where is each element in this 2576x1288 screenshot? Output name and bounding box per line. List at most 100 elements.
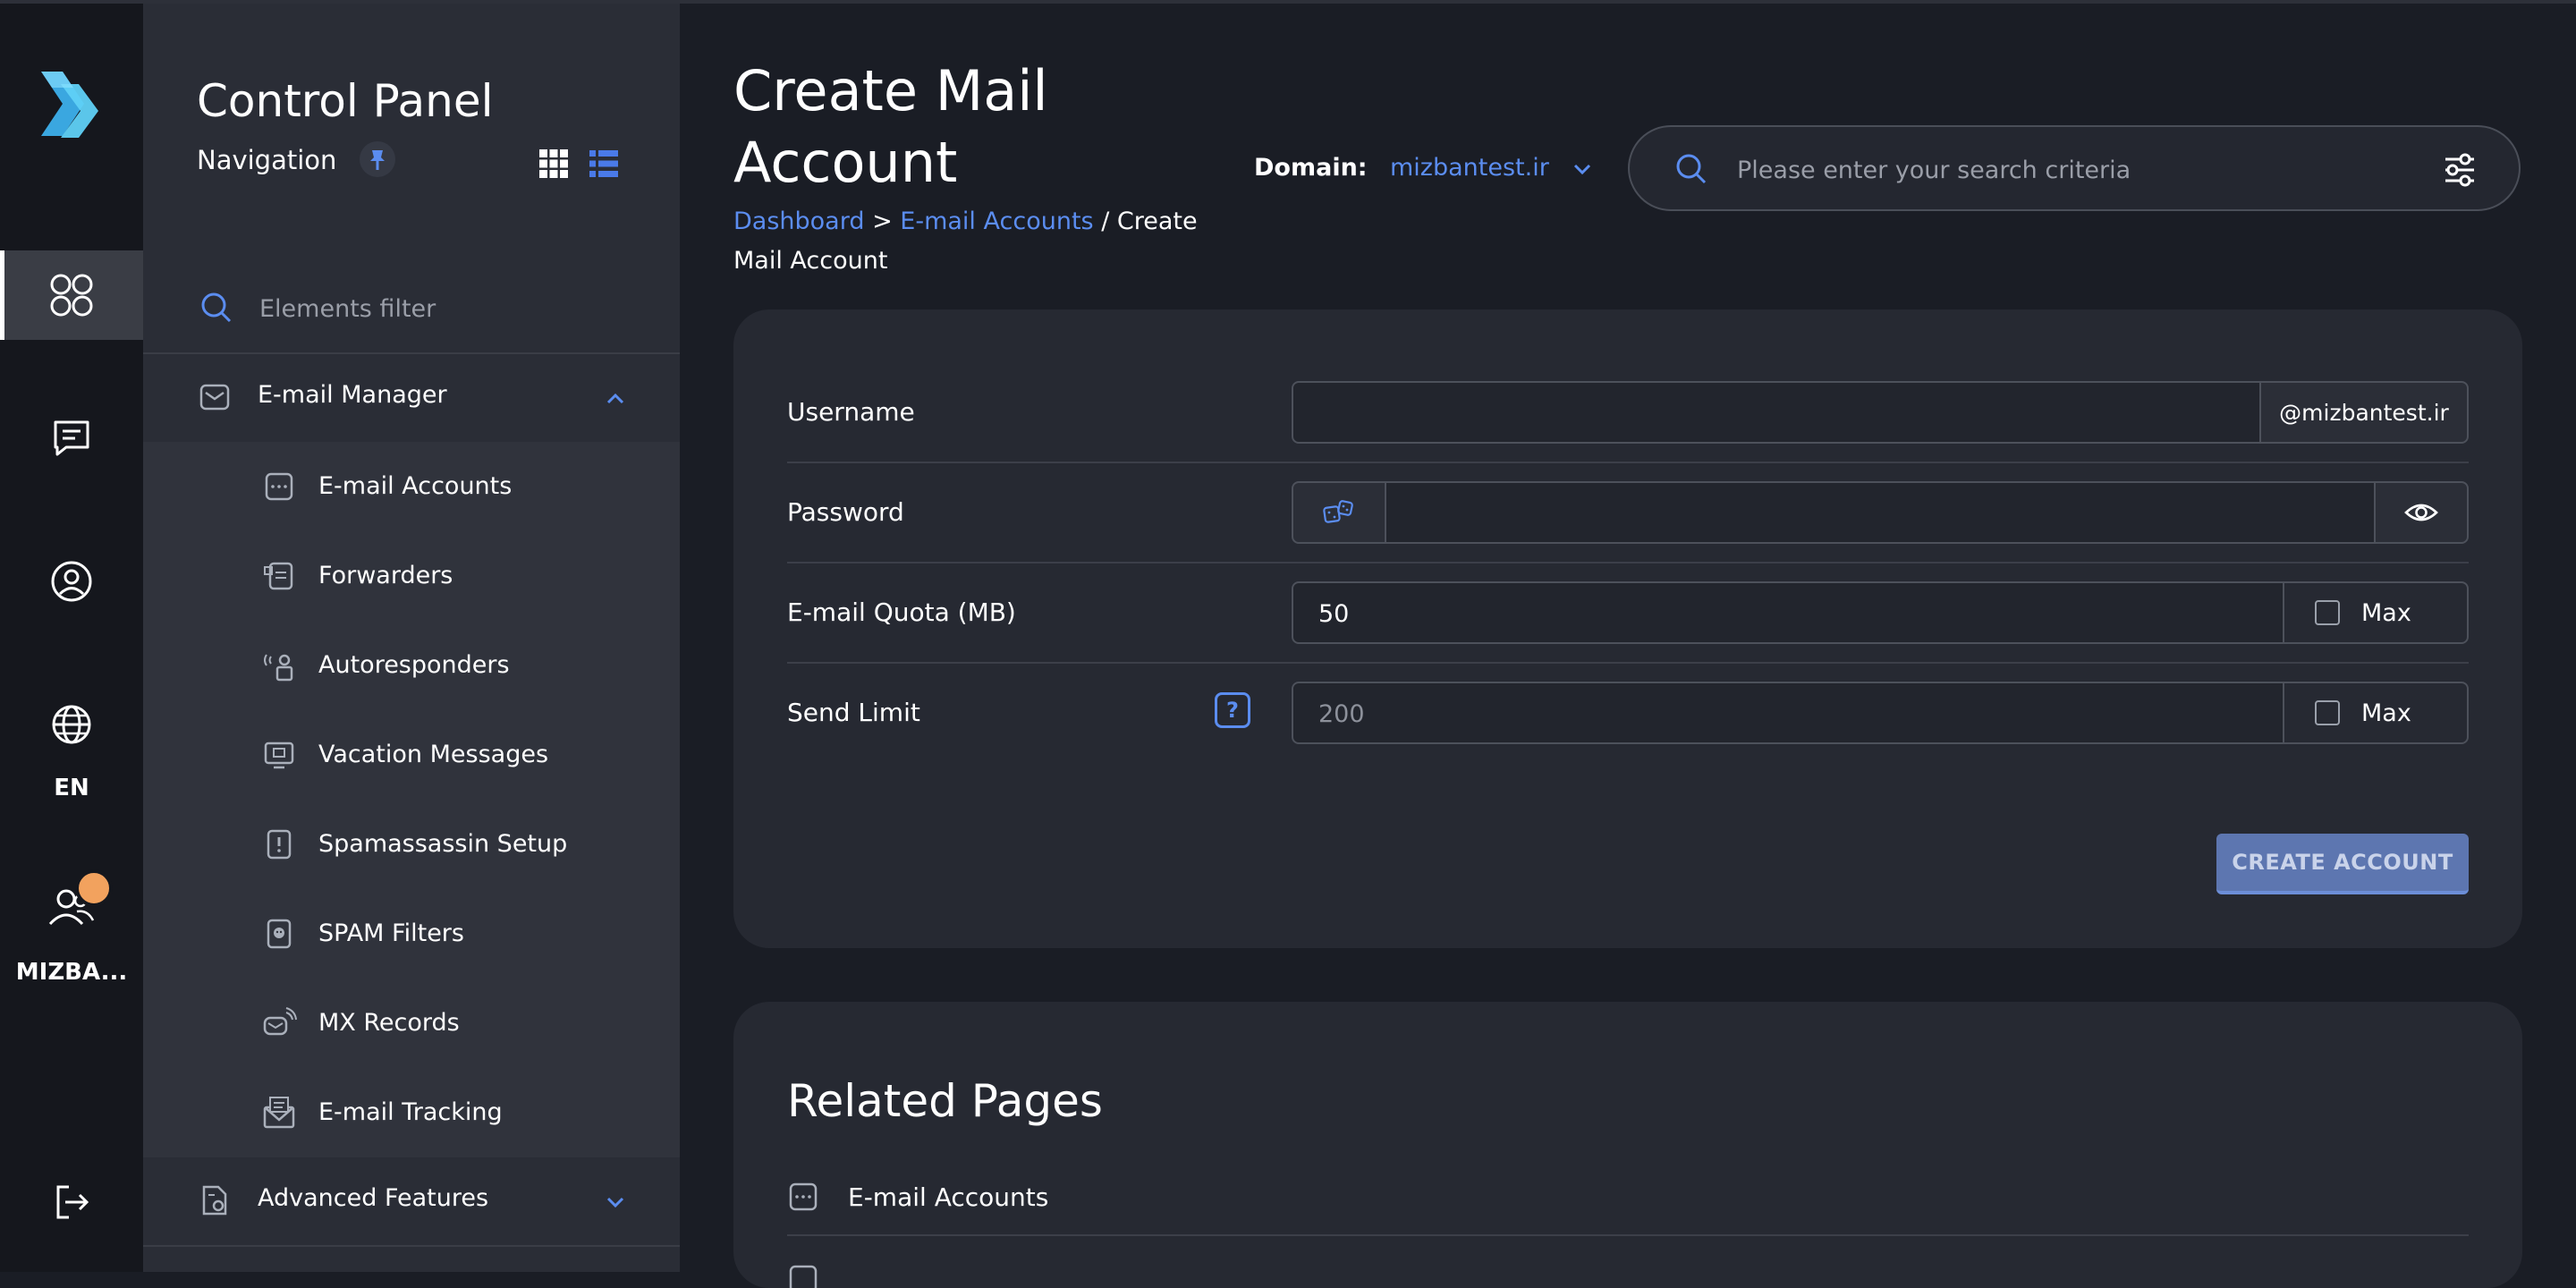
related-pages: Related Pages E-mail Accounts: [733, 1002, 2522, 1288]
nav-item-label: Vacation Messages: [318, 741, 549, 768]
user-circle-icon: [51, 561, 92, 602]
generate-password-button[interactable]: [1292, 481, 1386, 544]
notification-badge: [75, 869, 113, 907]
rail-dashboard[interactable]: [0, 250, 143, 340]
rail-messages[interactable]: [0, 394, 143, 483]
toggle-password-visibility[interactable]: [2374, 481, 2469, 544]
nav-item-email-tracking[interactable]: E-mail Tracking: [143, 1068, 680, 1157]
nav-item-label: MX Records: [318, 1009, 460, 1037]
nav-item-label: E-mail Tracking: [318, 1098, 503, 1126]
domain-suffix: @mizbantest.ir: [2259, 381, 2469, 444]
navigation-label: Navigation: [197, 145, 337, 175]
user-name[interactable]: MIZBA...: [0, 959, 143, 986]
elements-filter: [143, 263, 680, 354]
search-icon: [201, 292, 232, 323]
send-limit-label: Send Limit: [787, 698, 920, 727]
nav-item-spamassassin[interactable]: Spamassassin Setup: [143, 800, 680, 889]
nav-item-label: Autoresponders: [318, 651, 510, 679]
search-input[interactable]: [1735, 147, 2419, 193]
logo-icon[interactable]: [34, 66, 106, 148]
dice-icon: [1323, 500, 1353, 523]
panel-title: Control Panel: [197, 75, 494, 127]
nav-item-spam-filters[interactable]: SPAM Filters: [143, 889, 680, 979]
page-title: Create Mail Account: [733, 55, 1234, 199]
quota-label: E-mail Quota (MB): [787, 597, 1016, 627]
mx-records-icon: [263, 1007, 297, 1036]
nav-item-vacation-messages[interactable]: Vacation Messages: [143, 710, 680, 800]
row-divider: [787, 662, 2469, 664]
icon-rail: EN MIZBA...: [0, 4, 143, 1272]
row-divider: [787, 462, 2469, 463]
domain-label: Domain:: [1254, 154, 1368, 182]
page-title-line2: Account: [733, 130, 958, 195]
envelope-icon: [199, 384, 230, 411]
nav-item-mx-records[interactable]: MX Records: [143, 979, 680, 1068]
password-label: Password: [787, 497, 904, 527]
related-item-label: E-mail Accounts: [848, 1182, 1049, 1212]
rail-logout[interactable]: [0, 1157, 143, 1247]
row-divider: [787, 562, 2469, 564]
rail-language[interactable]: [0, 680, 143, 769]
forwarders-icon: [264, 562, 293, 590]
breadcrumb-email-accounts[interactable]: E-mail Accounts: [900, 208, 1093, 235]
nav-item-email-accounts[interactable]: E-mail Accounts: [143, 442, 680, 531]
pin-icon[interactable]: [358, 140, 397, 179]
eye-icon: [2404, 504, 2438, 521]
chevron-up-icon: [606, 393, 624, 404]
quota-max-toggle[interactable]: Max: [2283, 581, 2469, 644]
chevron-down-icon: [606, 1197, 624, 1208]
nav-group-label: E-mail Manager: [258, 381, 447, 409]
nav-group-advanced-features[interactable]: Advanced Features: [143, 1157, 680, 1247]
send-limit-max-label: Max: [2361, 699, 2411, 727]
send-limit-help-button[interactable]: ?: [1215, 692, 1250, 728]
quota-input[interactable]: [1317, 590, 2265, 637]
nav-item-autoresponders[interactable]: Autoresponders: [143, 621, 680, 710]
email-manager-items: E-mail Accounts Forwarders Autoresponder…: [143, 442, 680, 1157]
vacation-messages-icon: [264, 741, 294, 769]
rail-profile[interactable]: [0, 537, 143, 626]
globe-icon: [52, 705, 91, 744]
spamassassin-icon: [267, 829, 292, 860]
nav-item-forwarders[interactable]: Forwarders: [143, 531, 680, 621]
quota-max-checkbox[interactable]: [2315, 600, 2340, 625]
create-account-button[interactable]: CREATE ACCOUNT: [2216, 834, 2469, 894]
advanced-features-icon: [202, 1185, 227, 1216]
grid-view-icon[interactable]: [538, 148, 569, 179]
breadcrumb-dashboard[interactable]: Dashboard: [733, 208, 864, 235]
related-item-email-accounts[interactable]: E-mail Accounts: [787, 1163, 2469, 1236]
nav-group-label: Advanced Features: [258, 1184, 489, 1212]
elements-filter-input[interactable]: [258, 284, 637, 333]
list-view-icon[interactable]: [589, 148, 619, 179]
breadcrumb-separator: /: [1093, 208, 1117, 235]
create-account-form: Username @mizbantest.ir Password E-mail …: [733, 309, 2522, 948]
send-limit-max-toggle[interactable]: Max: [2283, 682, 2469, 744]
page-title-line1: Create Mail: [733, 58, 1048, 123]
domain-selector[interactable]: mizbantest.ir: [1390, 154, 1549, 182]
password-input[interactable]: [1410, 490, 2356, 537]
breadcrumb: Dashboard > E-mail Accounts / Create Mai…: [733, 202, 1234, 281]
nav-item-label: Spamassassin Setup: [318, 830, 568, 858]
nav-group-email-manager[interactable]: E-mail Manager: [143, 354, 680, 444]
username-field-box: [1292, 381, 2261, 444]
language-label[interactable]: EN: [0, 775, 143, 801]
username-input[interactable]: [1317, 390, 2241, 436]
rail-user[interactable]: [0, 862, 143, 952]
quota-field-box: [1292, 581, 2284, 644]
nav-item-label: Forwarders: [318, 562, 453, 589]
nav-item-label: SPAM Filters: [318, 919, 464, 947]
email-tracking-icon: [263, 1097, 295, 1129]
send-limit-input[interactable]: [1317, 691, 2265, 737]
filter-settings-icon[interactable]: [2438, 148, 2481, 191]
username-label: Username: [787, 397, 915, 427]
nav-item-label: E-mail Accounts: [318, 472, 513, 500]
autoresponders-icon: [264, 654, 293, 682]
breadcrumb-separator: >: [864, 208, 901, 235]
send-limit-field-box: [1292, 682, 2284, 744]
message-icon: [54, 420, 89, 456]
chevron-down-icon[interactable]: [1571, 157, 1594, 181]
logout-icon: [56, 1185, 89, 1219]
send-limit-max-checkbox[interactable]: [2315, 700, 2340, 725]
related-item-icon: [789, 1265, 818, 1288]
navigation-panel: Control Panel Navigation E-mail Manager: [143, 4, 680, 1272]
email-accounts-icon: [789, 1182, 818, 1211]
